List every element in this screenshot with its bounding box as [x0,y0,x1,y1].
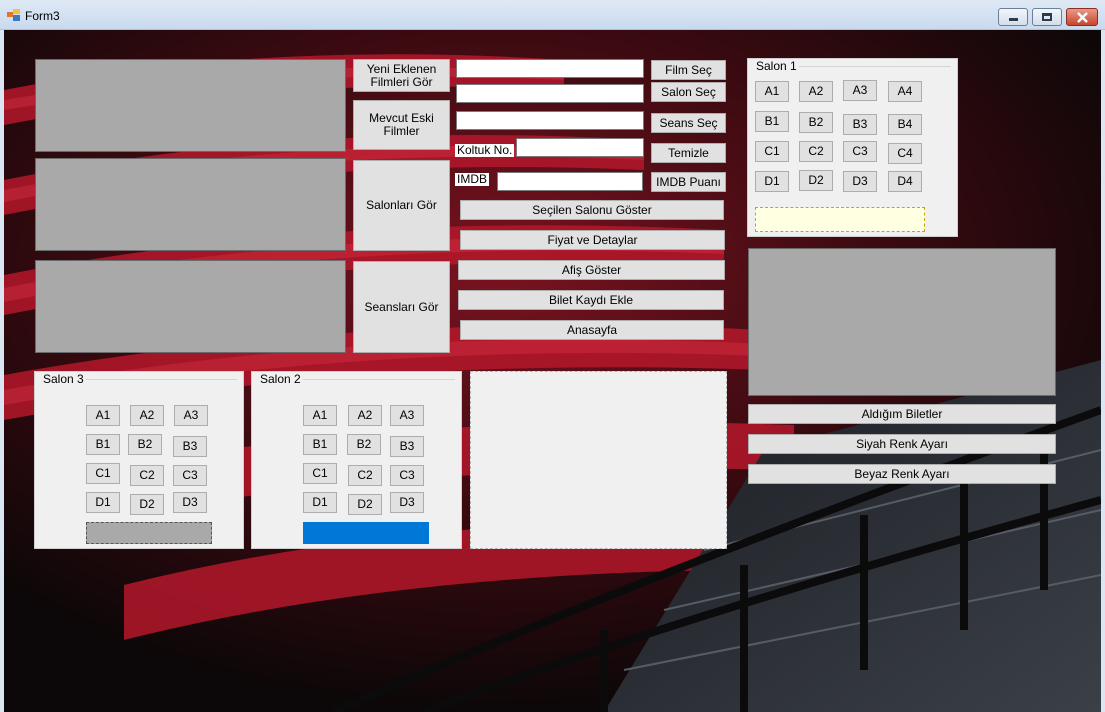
old-films-button[interactable]: Mevcut Eski Filmler [353,100,450,150]
salon3-seat-b3[interactable]: B3 [173,436,207,457]
salon-2-status-panel [303,522,429,544]
salon1-seat-a3[interactable]: A3 [843,80,877,101]
maximize-button[interactable] [1032,8,1062,26]
salon3-seat-a1[interactable]: A1 [86,405,120,426]
salon1-seat-b3[interactable]: B3 [843,114,877,135]
hall-picture [35,260,346,353]
salon-input[interactable] [456,84,644,103]
salon-3-group: Salon 3 A1 A2 A3 B1 B2 B3 C1 C2 C3 D1 D2… [34,371,244,549]
salon-2-title: Salon 2 [258,372,303,386]
imdb-score-button[interactable]: IMDB Puanı [651,172,726,192]
salon2-seat-b2[interactable]: B2 [347,434,381,455]
salon-1-status-panel [755,207,925,232]
salon-1-title: Salon 1 [754,59,799,73]
close-button[interactable] [1066,8,1098,26]
salon3-seat-b1[interactable]: B1 [86,434,120,455]
seat-no-label: Koltuk No. [455,143,515,157]
select-session-button[interactable]: Seans Seç [651,113,726,133]
salon2-seat-c1[interactable]: C1 [303,463,337,484]
dark-theme-button[interactable]: Siyah Renk Ayarı [748,434,1056,454]
seat-no-input[interactable] [516,138,644,157]
salon2-seat-d3[interactable]: D3 [390,492,424,513]
clear-button[interactable]: Temizle [651,143,726,163]
session-input[interactable] [456,111,644,130]
salon2-seat-b3[interactable]: B3 [390,436,424,457]
show-selected-hall-button[interactable]: Seçilen Salonu Göster [460,200,724,220]
salon1-seat-b4[interactable]: B4 [888,114,922,135]
price-details-button[interactable]: Fiyat ve Detaylar [460,230,725,250]
salon3-seat-b2[interactable]: B2 [128,434,162,455]
new-films-button[interactable]: Yeni Eklenen Filmleri Gör [353,59,450,92]
salon1-seat-c1[interactable]: C1 [755,141,789,162]
home-button[interactable]: Anasayfa [460,320,724,340]
salon3-seat-a2[interactable]: A2 [130,405,164,426]
salon3-seat-d3[interactable]: D3 [173,492,207,513]
show-halls-button[interactable]: Salonları Gör [353,160,450,251]
salon1-seat-d3[interactable]: D3 [843,171,877,192]
salon1-seat-c3[interactable]: C3 [843,141,877,162]
title-bar: Form3 [0,0,1105,30]
app-icon [7,9,20,21]
salon-3-title: Salon 3 [41,372,86,386]
salon2-seat-a1[interactable]: A1 [303,405,337,426]
salon-2-group: Salon 2 A1 A2 A3 B1 B2 B3 C1 C2 C3 D1 D2… [251,371,462,549]
minimize-button[interactable] [998,8,1028,26]
salon3-seat-c3[interactable]: C3 [173,465,207,486]
window-title: Form3 [25,9,60,23]
salon1-seat-d1[interactable]: D1 [755,171,789,192]
salon1-seat-d2[interactable]: D2 [799,170,833,191]
new-films-picture [35,59,346,152]
salon1-seat-a1[interactable]: A1 [755,81,789,102]
salon1-seat-d4[interactable]: D4 [888,171,922,192]
salon2-seat-b1[interactable]: B1 [303,434,337,455]
maximize-icon [1042,13,1052,21]
salon1-seat-b1[interactable]: B1 [755,111,789,132]
light-theme-button[interactable]: Beyaz Renk Ayarı [748,464,1056,484]
show-poster-button[interactable]: Afiş Göster [458,260,725,280]
salon2-seat-d2[interactable]: D2 [348,494,382,515]
salon2-seat-a3[interactable]: A3 [390,405,424,426]
salon3-seat-d1[interactable]: D1 [86,492,120,513]
select-salon-button[interactable]: Salon Seç [651,82,726,102]
imdb-input[interactable] [497,172,643,191]
select-film-button[interactable]: Film Seç [651,60,726,80]
salon1-seat-c2[interactable]: C2 [799,141,833,162]
salon1-seat-a4[interactable]: A4 [888,81,922,102]
salon1-seat-c4[interactable]: C4 [888,143,922,164]
form-client-area: Yeni Eklenen Filmleri Gör Mevcut Eski Fi… [4,30,1101,712]
salon1-seat-b2[interactable]: B2 [799,112,833,133]
salon3-seat-c2[interactable]: C2 [130,465,164,486]
close-icon [1077,12,1088,23]
minimize-icon [1009,18,1018,21]
salon-3-status-panel [86,522,212,544]
old-films-picture [35,158,346,251]
film-input[interactable] [456,59,644,78]
salon2-seat-d1[interactable]: D1 [303,492,337,513]
poster-picture [748,248,1056,396]
salon2-seat-c3[interactable]: C3 [390,465,424,486]
show-sessions-button[interactable]: Seansları Gör [353,261,450,353]
details-panel [470,371,727,549]
my-tickets-button[interactable]: Aldığım Biletler [748,404,1056,424]
salon3-seat-d2[interactable]: D2 [130,494,164,515]
salon3-seat-c1[interactable]: C1 [86,463,120,484]
add-ticket-button[interactable]: Bilet Kaydı Ekle [458,290,724,310]
salon-1-group: Salon 1 A1 A2 A3 A4 B1 B2 B3 B4 C1 C2 C3… [747,58,958,237]
salon1-seat-a2[interactable]: A2 [799,81,833,102]
salon3-seat-a3[interactable]: A3 [174,405,208,426]
salon2-seat-c2[interactable]: C2 [348,465,382,486]
salon2-seat-a2[interactable]: A2 [348,405,382,426]
imdb-label: IMDB [455,172,489,186]
